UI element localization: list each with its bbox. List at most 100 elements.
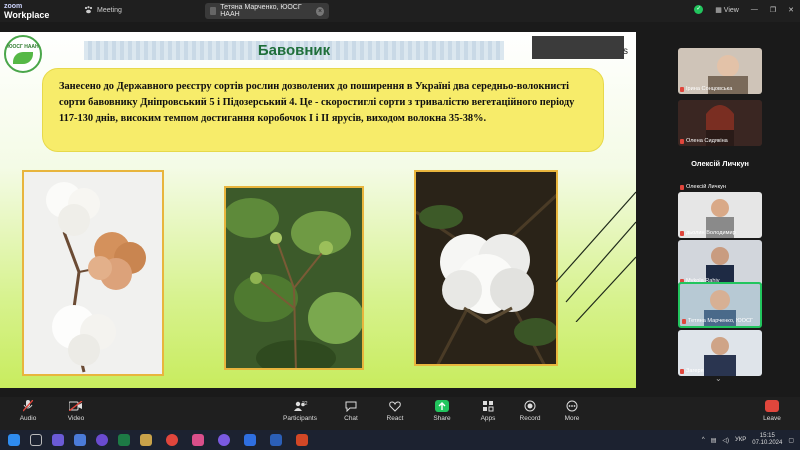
slide-corner-block: s	[532, 36, 628, 59]
viber-icon[interactable]	[218, 434, 230, 446]
close-window-icon[interactable]: ✕	[788, 6, 794, 14]
react-button[interactable]: React	[375, 400, 415, 422]
mic-muted-icon	[680, 368, 684, 374]
chat-label: Chat	[344, 415, 358, 422]
participants-count: 22	[302, 401, 308, 407]
view-button[interactable]: ▦ View	[715, 6, 739, 14]
brand-line2: Workplace	[4, 10, 50, 20]
chat-icon	[344, 400, 358, 412]
participant-tile[interactable]: дьолин Володимир	[678, 192, 762, 238]
institute-logo: ЮОСГ НААН	[4, 35, 42, 73]
heart-icon	[388, 400, 402, 412]
language-indicator[interactable]: УКР	[735, 437, 746, 443]
app-icon[interactable]	[74, 434, 86, 446]
close-icon[interactable]: ×	[315, 6, 324, 16]
zoom-window: zoom Workplace Meeting Тетяна Марченко, …	[0, 0, 800, 450]
cotton-plant-photo	[224, 186, 364, 370]
participant-tile[interactable]: Загеря	[678, 330, 762, 376]
participant-tile[interactable]: Олена Сидякіна	[678, 100, 762, 146]
video-label: Video	[67, 415, 85, 422]
clock-time: 15:15	[759, 433, 775, 439]
window-controls: ✓ ▦ View — ❐ ✕	[694, 5, 794, 14]
screen-share-indicator[interactable]: Тетяна Марченко, ЮОСГ НААН ×	[205, 3, 329, 19]
clock[interactable]: 15:15 07.10.2024	[752, 433, 782, 447]
participant-name: дьолин Володимир	[686, 230, 736, 236]
app-icon[interactable]	[96, 434, 108, 446]
more-label: More	[564, 415, 580, 422]
system-tray: ^ ▤ ◁) УКР 15:15 07.10.2024 ▢	[702, 433, 794, 447]
share-screen-icon	[435, 400, 449, 412]
audio-button[interactable]: Audio	[8, 400, 48, 422]
chevron-down-icon[interactable]: ⌄	[715, 374, 722, 383]
more-button[interactable]: More	[552, 400, 592, 422]
video-button[interactable]: Video	[56, 400, 96, 422]
decorative-lines	[556, 191, 636, 322]
participants-gallery: Ірина Сонцовська Олена Сидякіна Олексій …	[640, 24, 800, 388]
video-off-icon	[69, 400, 83, 412]
chevron-up-icon[interactable]: ^	[702, 437, 705, 443]
slide-body-text: Занесено до Державного реєстру сортів ро…	[59, 81, 575, 124]
powerpoint-icon[interactable]	[296, 434, 308, 446]
participant-name: Олексій Личкун	[686, 184, 726, 190]
zoom-taskbar-icon[interactable]	[244, 434, 256, 446]
excel-icon[interactable]	[118, 434, 130, 446]
mic-muted-icon	[21, 400, 35, 412]
meeting-indicator[interactable]: Meeting	[84, 6, 122, 14]
participant-tile-active-speaker[interactable]: Тетяна Марченко, ЮОСГ	[678, 282, 762, 328]
record-button[interactable]: Record	[510, 400, 550, 422]
leave-icon	[765, 400, 779, 412]
windows-taskbar: ^ ▤ ◁) УКР 15:15 07.10.2024 ▢	[0, 430, 800, 450]
shield-icon	[210, 7, 217, 15]
search-icon[interactable]	[30, 434, 42, 446]
mic-muted-icon	[680, 86, 684, 92]
app-icon[interactable]	[192, 434, 204, 446]
view-label: View	[723, 6, 739, 14]
open-cotton-boll-photo	[414, 170, 558, 366]
meeting-toolbar: Audio Video Participants 22 Chat React S…	[0, 397, 800, 430]
apps-icon	[481, 400, 495, 412]
participant-name: Тетяна Марченко, ЮОСГ	[688, 318, 754, 324]
mic-muted-icon	[680, 138, 684, 144]
notification-icon[interactable]: ▢	[788, 437, 794, 444]
participants-button[interactable]: Participants	[276, 400, 324, 422]
share-button[interactable]: Share	[422, 400, 462, 422]
chrome-icon[interactable]	[166, 434, 178, 446]
cotton-bolls-photo	[22, 170, 164, 376]
participant-tile[interactable]: Mykola Rahiv	[678, 240, 762, 286]
mic-muted-icon	[680, 230, 684, 236]
meeting-label: Meeting	[97, 6, 122, 14]
leave-label: Leave	[763, 415, 781, 422]
minimize-icon[interactable]: —	[751, 6, 758, 13]
participants-label: Participants	[283, 415, 317, 422]
participant-tile[interactable]: Олексій Личкун	[678, 172, 762, 192]
audio-label: Audio	[19, 415, 37, 422]
share-presenter-label: Тетяна Марченко, ЮОСГ НААН	[220, 4, 302, 18]
apps-label: Apps	[480, 415, 496, 422]
participant-name: Олена Сидякіна	[686, 138, 728, 144]
title-bar: zoom Workplace Meeting Тетяна Марченко, …	[0, 0, 800, 22]
leave-button[interactable]: Leave	[752, 400, 792, 422]
slide-text-box: Занесено до Державного реєстру сортів ро…	[42, 68, 604, 152]
paw-icon	[84, 6, 93, 14]
record-icon	[523, 400, 537, 412]
clock-date: 07.10.2024	[752, 440, 783, 446]
mic-muted-icon	[680, 184, 684, 190]
participant-name: Загеря	[686, 368, 704, 374]
file-explorer-icon[interactable]	[140, 434, 152, 446]
chat-button[interactable]: Chat	[331, 400, 371, 422]
windows-start-icon[interactable]	[8, 434, 20, 446]
speaker-name-label: Олексій Личкун	[691, 159, 749, 168]
slide-title-band: Бавовник	[84, 41, 504, 60]
participant-tile[interactable]: Ірина Сонцовська	[678, 48, 762, 94]
maximize-icon[interactable]: ❐	[770, 6, 776, 14]
react-label: React	[386, 415, 404, 422]
word-icon[interactable]	[270, 434, 282, 446]
record-label: Record	[519, 415, 541, 422]
volume-icon[interactable]: ◁)	[722, 437, 729, 444]
security-check-icon[interactable]: ✓	[694, 5, 704, 14]
network-icon[interactable]: ▤	[711, 437, 717, 444]
task-view-icon[interactable]	[52, 434, 64, 446]
mic-muted-icon	[682, 318, 686, 324]
apps-button[interactable]: Apps	[468, 400, 508, 422]
more-icon	[565, 400, 579, 412]
